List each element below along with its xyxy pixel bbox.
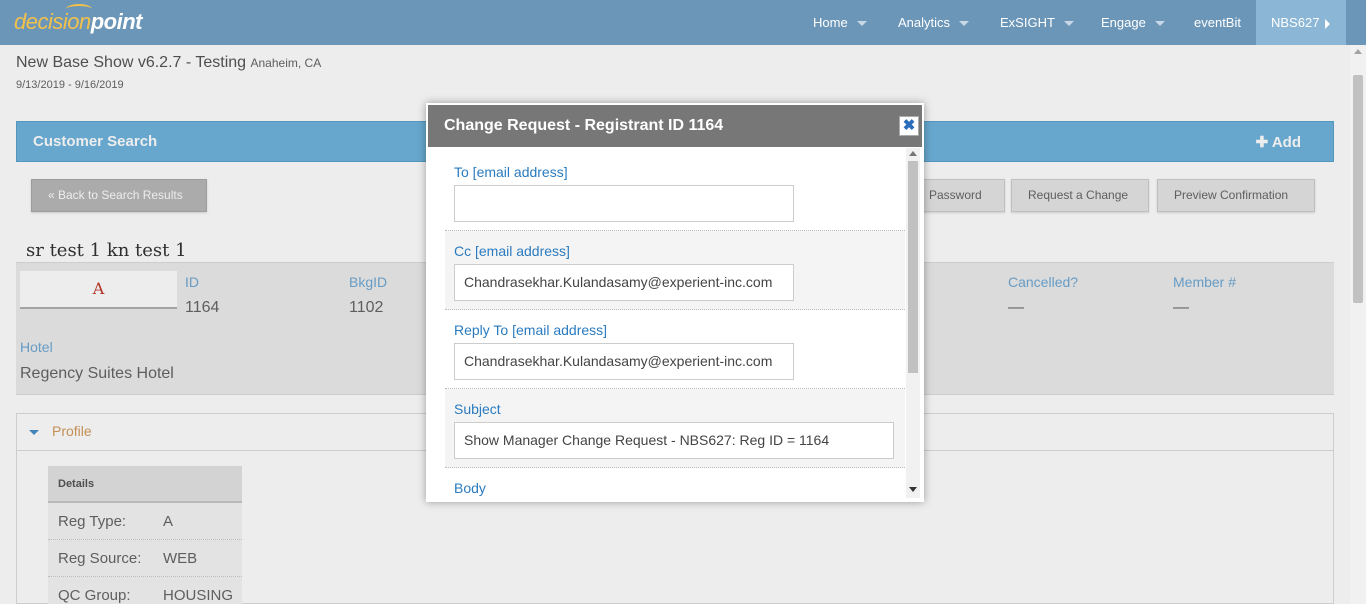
- scroll-up-icon[interactable]: [909, 151, 917, 156]
- nav-item-eventbit[interactable]: eventBit: [1194, 0, 1241, 45]
- to-field-group: To [email address]: [445, 152, 905, 231]
- cc-input[interactable]: Chandrasekhar.Kulandasamy@experient-inc.…: [454, 264, 794, 301]
- nav-show-selector[interactable]: NBS627: [1256, 0, 1346, 45]
- close-icon[interactable]: ✖: [899, 116, 919, 136]
- logo[interactable]: decisionpoint: [14, 9, 142, 35]
- caret-right-icon: [1325, 18, 1331, 29]
- change-request-modal: Change Request - Registrant ID 1164 ✖ To…: [426, 103, 924, 502]
- modal-scrollbar-thumb[interactable]: [908, 161, 918, 373]
- modal-title: Change Request - Registrant ID 1164: [444, 117, 724, 134]
- nav-item-exsight[interactable]: ExSIGHT: [1000, 0, 1074, 45]
- subject-field-group: Subject Show Manager Change Request - NB…: [445, 389, 905, 468]
- caret-down-icon: [1063, 21, 1074, 27]
- nav-item-home[interactable]: Home: [813, 0, 867, 45]
- subject-input[interactable]: Show Manager Change Request - NBS627: Re…: [454, 422, 894, 459]
- to-input[interactable]: [454, 185, 794, 222]
- nav-item-engage[interactable]: Engage: [1101, 0, 1165, 45]
- caret-down-icon: [959, 21, 970, 27]
- reply-to-label: Reply To [email address]: [454, 322, 608, 338]
- modal-header: Change Request - Registrant ID 1164 ✖: [428, 105, 922, 147]
- page-scrollbar[interactable]: [1350, 45, 1366, 604]
- body-label: Body: [454, 480, 486, 496]
- top-nav: decisionpoint Home Analytics ExSIGHT Eng…: [0, 0, 1366, 45]
- scroll-up-icon[interactable]: [1354, 49, 1362, 54]
- modal-body: To [email address] Cc [email address] Ch…: [445, 152, 905, 501]
- cc-label: Cc [email address]: [454, 243, 570, 259]
- subject-label: Subject: [454, 401, 501, 417]
- cc-field-group: Cc [email address] Chandrasekhar.Kulanda…: [445, 231, 905, 310]
- modal-scrollbar[interactable]: [906, 148, 920, 498]
- reply-to-input[interactable]: Chandrasekhar.Kulandasamy@experient-inc.…: [454, 343, 794, 380]
- to-label: To [email address]: [454, 164, 568, 180]
- page-scrollbar-thumb[interactable]: [1353, 75, 1363, 303]
- body-field-group: Body: [445, 468, 905, 501]
- scroll-down-icon[interactable]: [909, 487, 917, 492]
- caret-down-icon: [1154, 21, 1165, 27]
- reply-to-field-group: Reply To [email address] Chandrasekhar.K…: [445, 310, 905, 389]
- caret-down-icon: [856, 21, 867, 27]
- nav-item-analytics[interactable]: Analytics: [898, 0, 970, 45]
